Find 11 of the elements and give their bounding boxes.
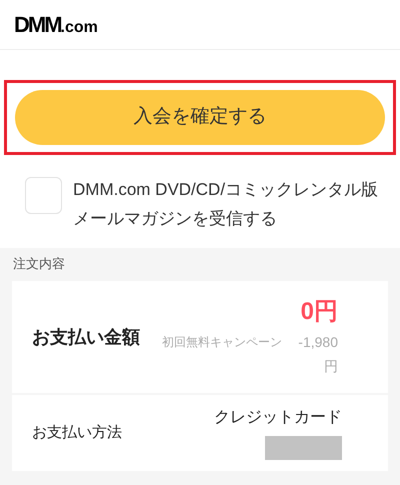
campaign-text: 初回無料キャンペーン — [162, 334, 282, 351]
discount-text: -1,980円 — [297, 333, 338, 376]
newsletter-checkbox[interactable] — [25, 177, 62, 214]
price-text: 0円 — [300, 297, 338, 327]
payment-method-label: お支払い方法 — [32, 422, 122, 443]
confirm-button[interactable]: 入会を確定する — [15, 90, 385, 145]
order-heading: 注文内容 — [12, 255, 66, 273]
payment-method-value: クレジットカード — [214, 408, 342, 428]
dmm-logo[interactable]: DMM.com — [14, 14, 98, 36]
amount-label: お支払い金額 — [32, 326, 141, 349]
newsletter-label: DMM.com DVD/CD/コミックレンタル版メールマガジンを受信する — [73, 179, 380, 230]
